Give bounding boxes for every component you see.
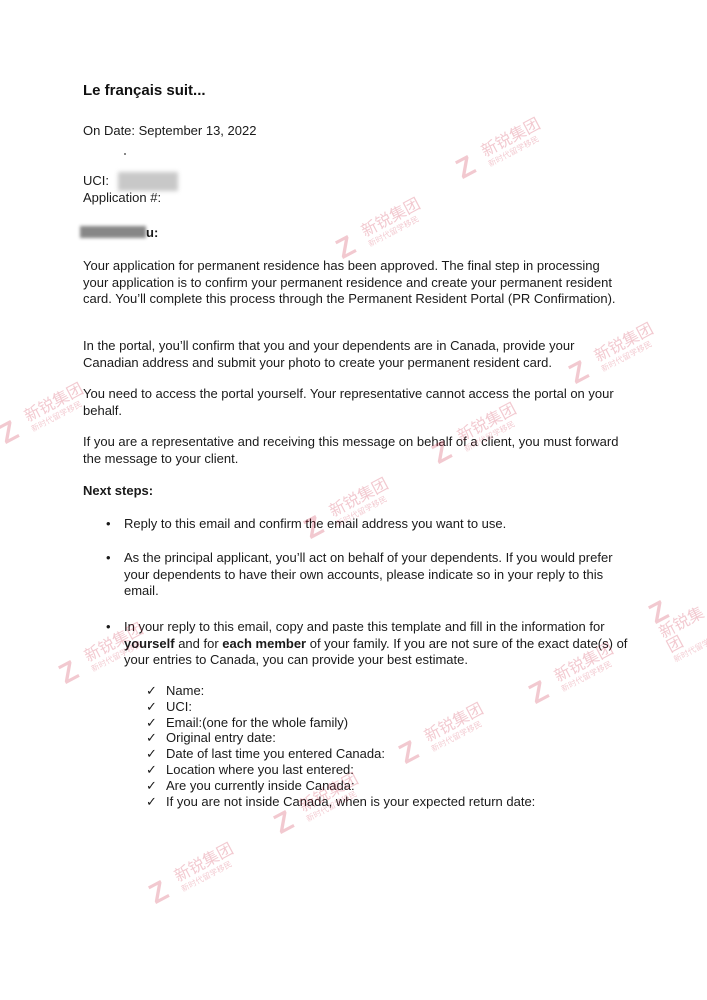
bullet-item: • Reply to this email and confirm the em… [106,516,629,533]
watermark-text: 新锐集团 新时代留学移民 [358,195,424,249]
stray-mark [124,153,126,155]
redaction-salutation [80,226,146,238]
watermark: Z 新锐集团 新时代留学移民 [331,195,428,265]
watermark: Z 新锐集团 新时代留学移民 [451,115,548,185]
paragraph-approval: Your application for permanent residence… [83,258,616,306]
bullet-item: • In your reply to this email, copy and … [106,619,629,669]
bullet-icon: • [106,619,111,634]
checklist-item: ✓ Date of last time you entered Canada: [146,746,535,762]
check-icon: ✓ [146,698,157,714]
check-icon: ✓ [146,730,157,746]
bullet-icon: • [106,516,111,531]
paragraph-portal: In the portal, you’ll confirm that you a… [83,338,575,370]
watermark-text: 新锐集团 新时代留学移民 [171,840,237,894]
check-icon: ✓ [146,777,157,793]
salutation-tail: u: [146,225,159,240]
date-line: On Date: September 13, 2022 [83,123,257,138]
document-page: Le français suit... On Date: September 1… [0,0,707,1000]
watermark: Z 新锐集团 新时代留学移民 [299,475,396,545]
check-icon: ✓ [146,761,157,777]
checklist-text: Date of last time you entered Canada: [166,746,385,762]
bullet-bold-each-member: each member [222,635,307,651]
checklist-text: UCI: [166,698,192,714]
bullet-text-part: and for [174,635,223,651]
paragraph-representative: If you are a representative and receivin… [83,434,619,466]
watermark: Z 新锐集团 新时代留学移民 [144,840,241,910]
bullet-text-part: In your reply to this email, copy and pa… [124,619,605,634]
uci-label: UCI: [83,173,109,188]
page-heading: Le français suit... [83,82,206,99]
check-icon: ✓ [146,746,157,762]
check-icon: ✓ [146,714,157,730]
redaction-uci [118,172,178,191]
paragraph-access: You need to access the portal yourself. … [83,386,614,418]
watermark: Z 新锐集团 新时代留学移民 [0,380,91,450]
bullet-icon: • [106,550,111,565]
application-number-label: Application #: [83,190,162,205]
check-icon: ✓ [146,793,157,809]
bullet-item: • As the principal applicant, you’ll act… [106,550,629,600]
watermark-text: 新锐集团 新时代留学移民 [478,115,544,169]
checklist-text: Email:(one for the whole family) [166,714,349,730]
watermark: Z 新锐集团 新时代留学移民 [644,576,707,664]
checklist-item: ✓ Original entry date: [146,730,535,746]
watermark-text: 新锐集团 新时代留学移民 [21,380,87,434]
checklist-text: Name: [166,683,205,698]
next-steps-heading: Next steps: [83,483,154,498]
checklist-item: ✓ Name: [146,683,535,699]
checklist-text: Original entry date: [166,730,276,746]
checklist-text: Location where you last entered: [166,761,354,777]
check-icon: ✓ [146,683,157,698]
bullet-text: As the principal applicant, you’ll act o… [124,550,613,598]
